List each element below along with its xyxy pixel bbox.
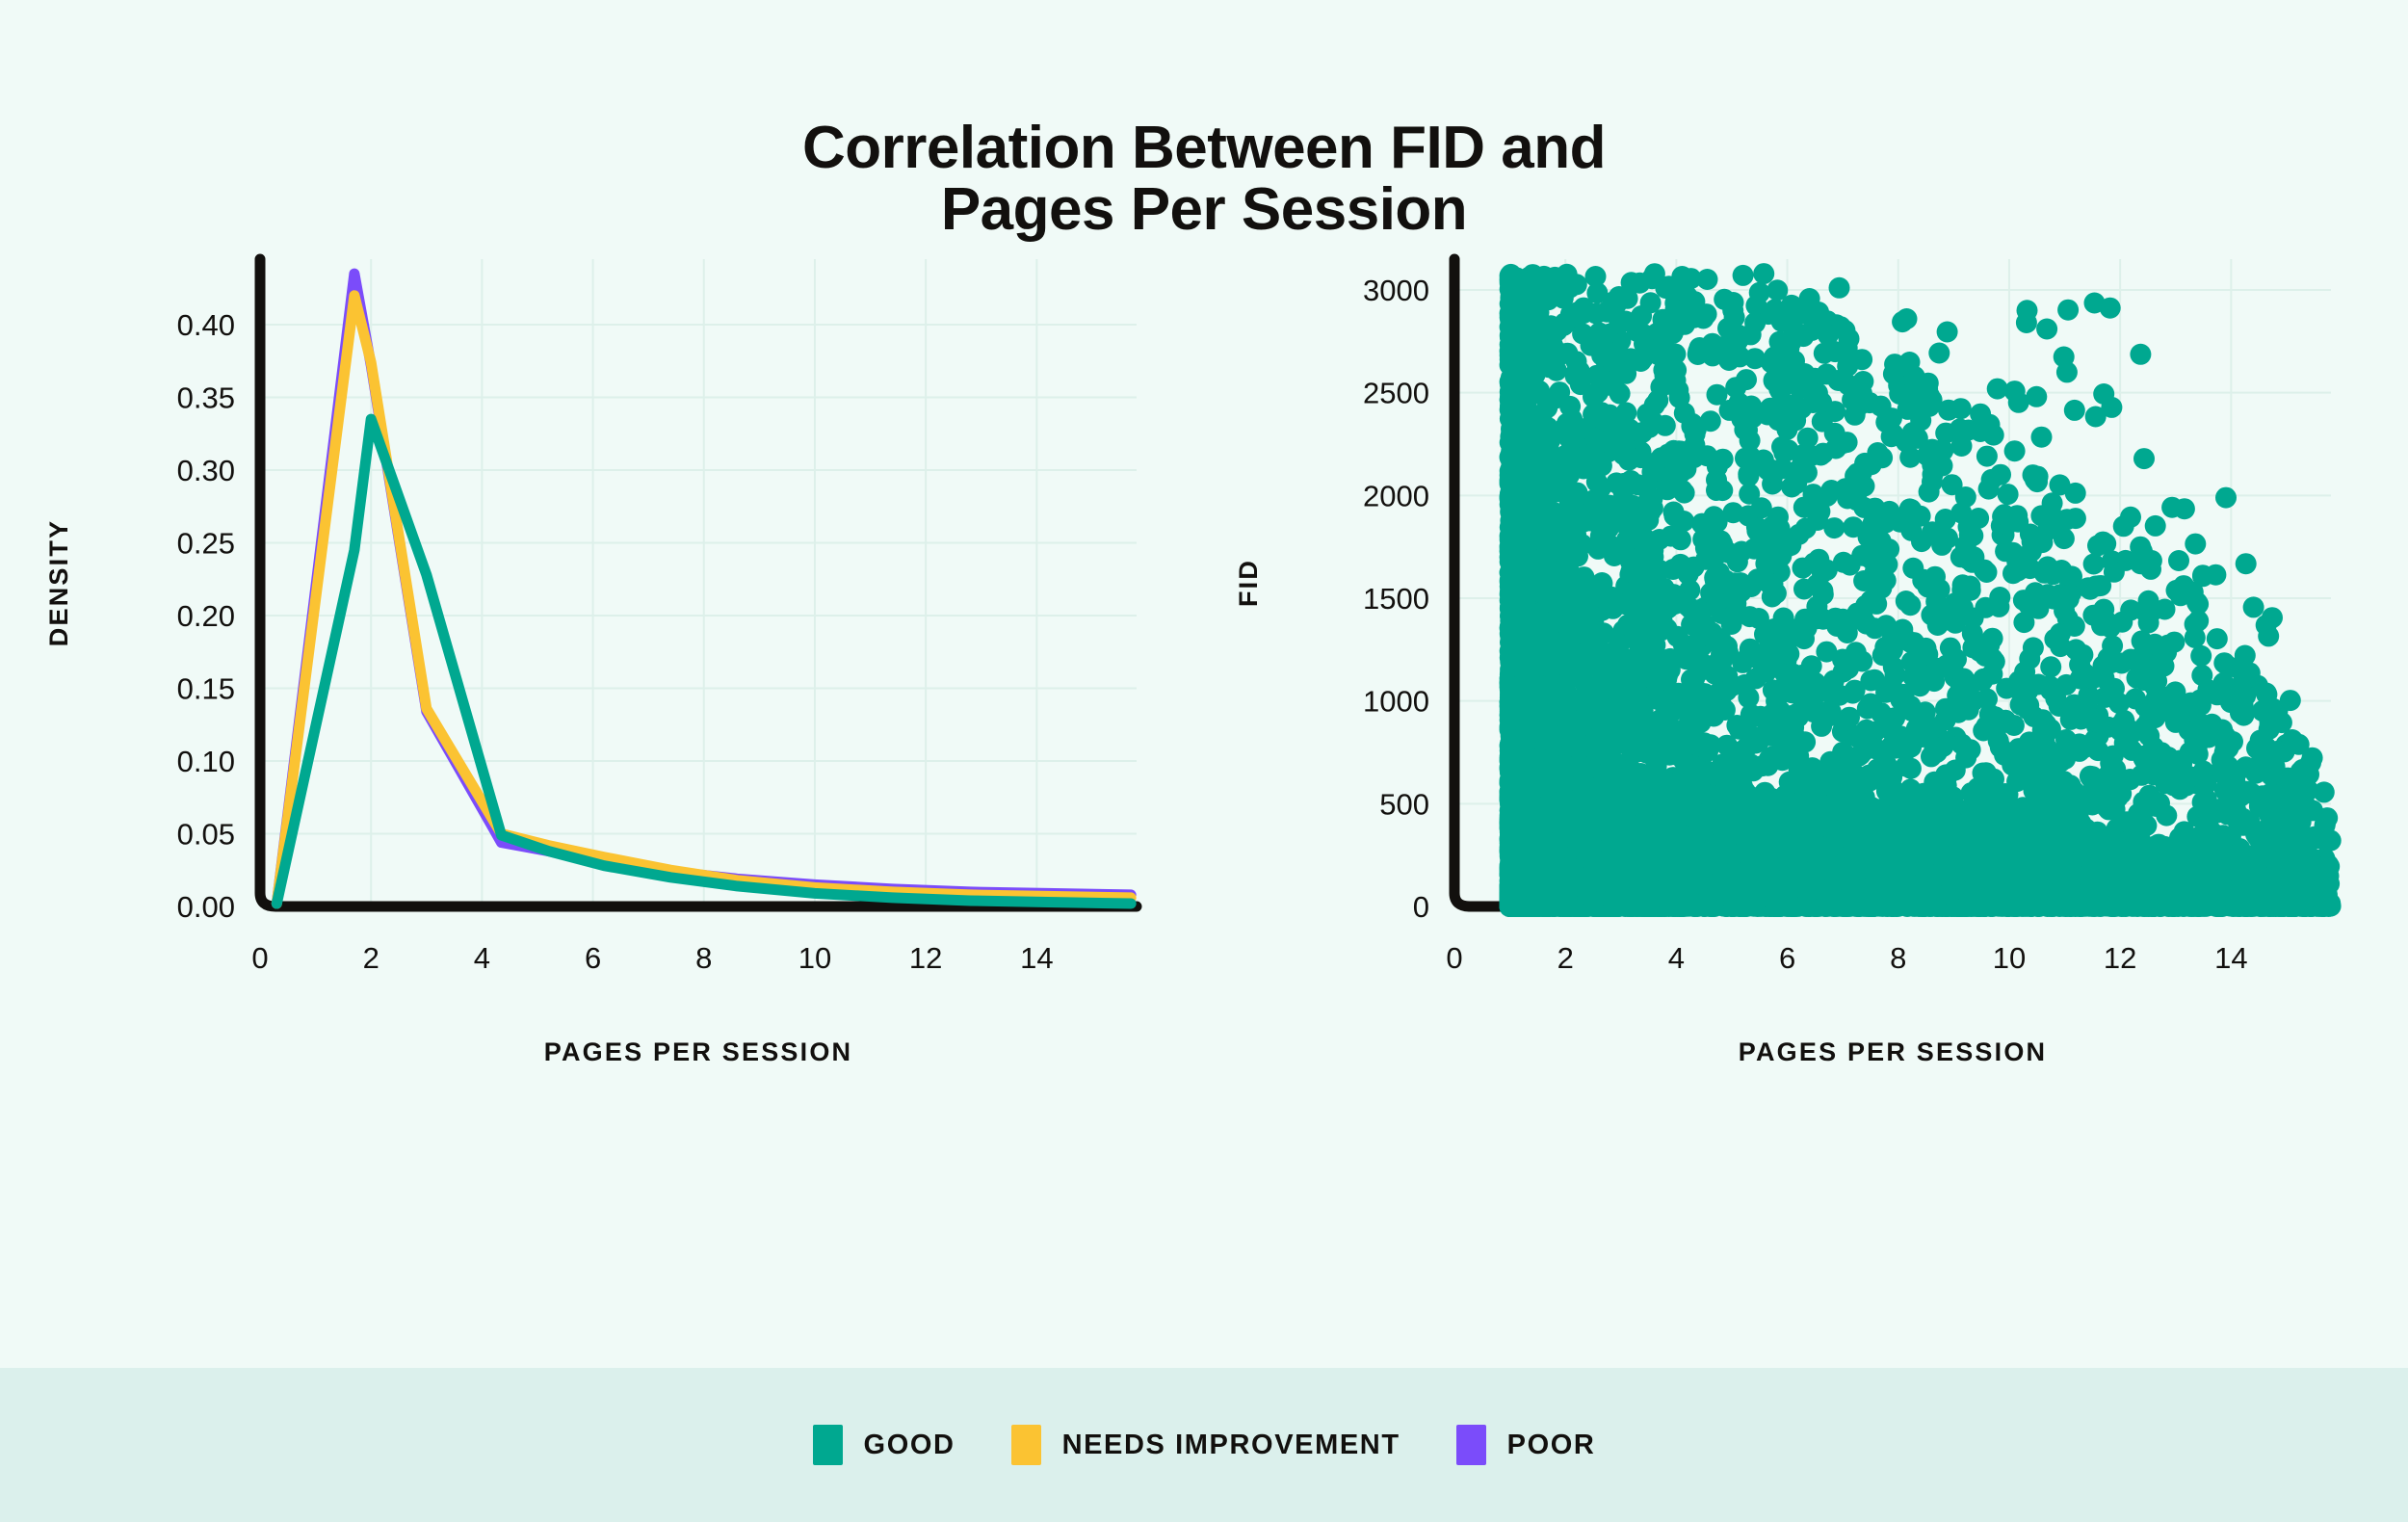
svg-text:0: 0 bbox=[1413, 890, 1429, 924]
density-line-chart: 0.00 0.05 0.10 0.15 0.20 0.25 0.30 0.35 0.40 0 2 4 6… bbox=[44, 253, 1142, 1066]
svg-text:0: 0 bbox=[251, 941, 268, 975]
svg-text:4: 4 bbox=[1668, 941, 1685, 975]
svg-text:1500: 1500 bbox=[1363, 582, 1429, 616]
svg-text:1000: 1000 bbox=[1363, 685, 1429, 719]
legend-label-needs-improvement: NEEDS IMPROVEMENT bbox=[1061, 1429, 1400, 1460]
title-block: Correlation Between FID and Pages Per Se… bbox=[0, 0, 2408, 242]
svg-text:500: 500 bbox=[1379, 787, 1429, 821]
svg-text:0.20: 0.20 bbox=[177, 599, 235, 633]
svg-text:2500: 2500 bbox=[1363, 377, 1429, 410]
legend: GOOD NEEDS IMPROVEMENT POOR bbox=[0, 1368, 2408, 1522]
infographic-root: Correlation Between FID and Pages Per Se… bbox=[0, 0, 2408, 1522]
svg-text:FID: FID bbox=[1234, 559, 1263, 607]
legend-swatch-poor bbox=[1455, 1425, 1486, 1465]
svg-text:0.10: 0.10 bbox=[177, 745, 235, 778]
svg-text:0: 0 bbox=[1446, 941, 1462, 975]
legend-label-poor: POOR bbox=[1506, 1429, 1596, 1460]
svg-text:10: 10 bbox=[1993, 941, 2026, 975]
svg-text:PAGES PER SESSION: PAGES PER SESSION bbox=[1739, 1037, 2047, 1066]
svg-text:3000: 3000 bbox=[1363, 274, 1429, 307]
svg-text:4: 4 bbox=[474, 941, 490, 975]
svg-text:0.15: 0.15 bbox=[177, 671, 235, 705]
legend-item-needs-improvement: NEEDS IMPROVEMENT bbox=[1010, 1425, 1400, 1465]
svg-text:8: 8 bbox=[695, 941, 712, 975]
svg-text:PAGES PER SESSION: PAGES PER SESSION bbox=[544, 1037, 852, 1066]
svg-text:14: 14 bbox=[2214, 941, 2247, 975]
svg-text:6: 6 bbox=[1779, 941, 1795, 975]
svg-text:0.30: 0.30 bbox=[177, 454, 235, 487]
svg-text:14: 14 bbox=[1020, 941, 1053, 975]
svg-text:12: 12 bbox=[909, 941, 942, 975]
legend-swatch-good bbox=[812, 1425, 843, 1465]
legend-label-good: GOOD bbox=[863, 1429, 955, 1460]
svg-text:2000: 2000 bbox=[1363, 479, 1429, 512]
page-title: Correlation Between FID and Pages Per Se… bbox=[0, 115, 2408, 244]
svg-text:8: 8 bbox=[1890, 941, 1906, 975]
legend-item-poor: POOR bbox=[1455, 1425, 1596, 1465]
svg-text:0.35: 0.35 bbox=[177, 380, 235, 414]
scatter-chart-panel: 0 500 1000 1500 2000 2500 3000 0 2 4 6 8 10 12 14 FID PA… bbox=[1233, 242, 2369, 1378]
svg-text:2: 2 bbox=[1557, 941, 1574, 975]
svg-text:6: 6 bbox=[585, 941, 601, 975]
svg-text:12: 12 bbox=[2104, 941, 2136, 975]
svg-text:2: 2 bbox=[363, 941, 380, 975]
page-title-line1: Correlation Between FID and bbox=[802, 115, 1606, 181]
svg-text:DENSITY: DENSITY bbox=[44, 519, 73, 646]
svg-text:0.05: 0.05 bbox=[177, 817, 235, 851]
legend-item-good: GOOD bbox=[812, 1425, 955, 1465]
fid-scatter-chart: 0 500 1000 1500 2000 2500 3000 0 2 4 6 8 10 12 14 FID PA… bbox=[1234, 253, 2342, 1066]
page-title-line2: Pages Per Session bbox=[940, 176, 1468, 244]
svg-text:0.25: 0.25 bbox=[177, 526, 235, 560]
svg-text:0.00: 0.00 bbox=[177, 890, 235, 924]
charts-area: 0.00 0.05 0.10 0.15 0.20 0.25 0.30 0.35 0.40 0 2 4 6… bbox=[0, 242, 2408, 1522]
svg-text:0.40: 0.40 bbox=[177, 308, 235, 342]
density-chart-panel: 0.00 0.05 0.10 0.15 0.20 0.25 0.30 0.35 0.40 0 2 4 6… bbox=[39, 242, 1175, 1378]
svg-text:10: 10 bbox=[798, 941, 831, 975]
legend-swatch-needs-improvement bbox=[1010, 1425, 1041, 1465]
